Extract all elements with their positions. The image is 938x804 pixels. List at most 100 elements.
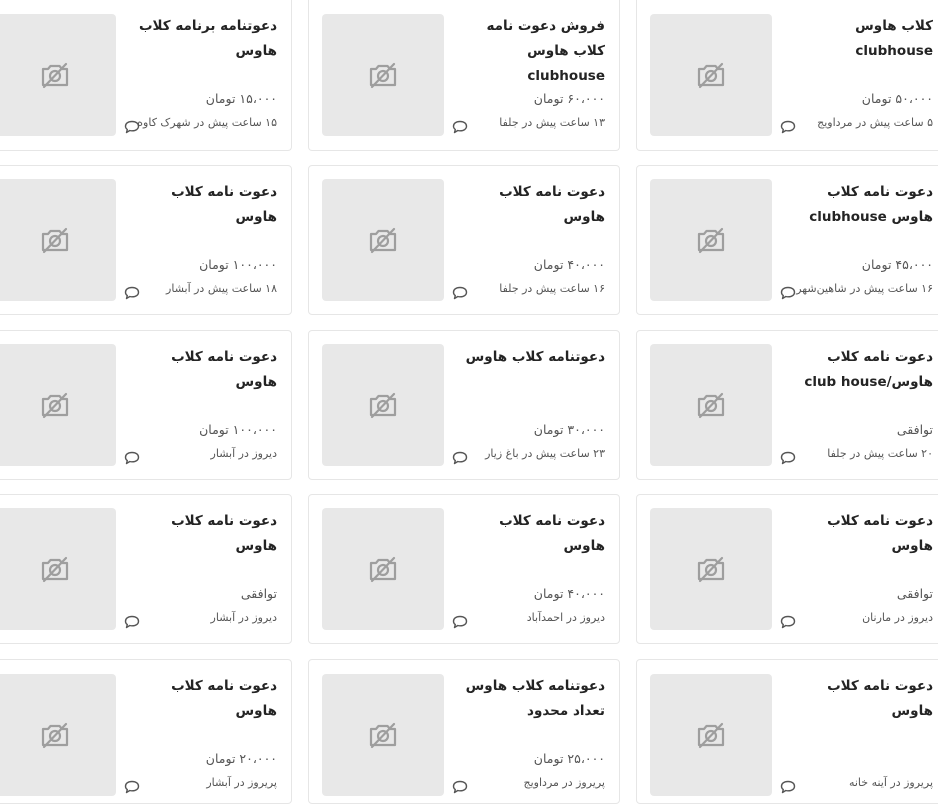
listing-time-location: ۱۳ ساعت پیش در جلفا (499, 116, 605, 129)
listing-price: توافقی (240, 586, 277, 601)
no-image-icon (368, 61, 398, 89)
listing-card[interactable]: دعوت نامه کلاب هاوس ۲۰،۰۰۰ تومان پریروز در… (0, 659, 292, 804)
listing-thumbnail (650, 674, 772, 796)
listing-title: دعوت نامه کلاب هاوس clubhouse (809, 184, 933, 225)
listing-thumbnail (0, 508, 116, 630)
no-image-icon (368, 555, 398, 583)
no-image-icon (40, 61, 70, 89)
chat-icon[interactable] (780, 285, 796, 300)
listing-card[interactable]: دعوت نامه کلاب هاوس پریروز در آینه خانه (636, 659, 938, 804)
no-image-icon (40, 721, 70, 749)
chat-icon[interactable] (124, 614, 140, 629)
listing-thumbnail (322, 14, 444, 136)
listing-time-location: دیروز در احمدآباد (526, 611, 605, 624)
listing-thumbnail (650, 14, 772, 136)
listing-price: ۳۰،۰۰۰ تومان (533, 422, 605, 437)
listing-title: دعوت نامه کلاب هاوس (171, 184, 277, 225)
listing-title: فروش دعوت نامه کلاب هاوس clubhouse (486, 18, 605, 84)
chat-icon[interactable] (452, 450, 468, 465)
no-image-icon (40, 555, 70, 583)
no-image-icon (696, 721, 726, 749)
listing-price: ۱۰۰،۰۰۰ تومان (199, 422, 277, 437)
listing-time-location: ۱۶ ساعت پیش در شاهین‌شهر (796, 282, 933, 295)
listing-title: دعوت نامه کلاب هاوس (499, 513, 605, 554)
listing-thumbnail (322, 508, 444, 630)
listing-card[interactable]: کلاب هاوس clubhouse ۵۰،۰۰۰ تومان ۵ ساعت پی… (636, 0, 938, 151)
listing-thumbnail (0, 14, 116, 136)
listing-thumbnail (322, 179, 444, 301)
listing-thumbnail (322, 674, 444, 796)
listing-title: دعوتنامه کلاب هاوس تعداد محدود (465, 678, 605, 719)
chat-icon[interactable] (780, 779, 796, 794)
listing-price: ۴۵،۰۰۰ تومان (861, 257, 933, 272)
no-image-icon (696, 61, 726, 89)
listing-card[interactable]: دعوتنامه کلاب هاوس ۳۰،۰۰۰ تومان ۲۳ ساعت پی… (308, 330, 620, 480)
chat-icon[interactable] (452, 614, 468, 629)
listing-title: دعوت نامه کلاب هاوس (827, 678, 933, 719)
no-image-icon (368, 391, 398, 419)
listing-time-location: ۵ ساعت پیش در مرداویج (817, 116, 933, 129)
listing-card[interactable]: دعوت نامه کلاب هاوس/club house توافقی ۲۰ س… (636, 330, 938, 480)
listing-time-location: دیروز در آبشار (210, 611, 277, 624)
listing-time-location: دیروز در مارنان (862, 611, 933, 624)
listing-time-location: پریروز در مرداویج (523, 776, 605, 789)
listing-thumbnail (0, 344, 116, 466)
listing-title: کلاب هاوس clubhouse (855, 18, 933, 59)
listing-title: دعوت نامه کلاب هاوس (499, 184, 605, 225)
listing-time-location: ۱۶ ساعت پیش در جلفا (499, 282, 605, 295)
listing-price: توافقی (896, 422, 933, 437)
chat-icon[interactable] (780, 614, 796, 629)
listing-time-location: دیروز در آبشار (210, 447, 277, 460)
listing-time-location: ۱۵ ساعت پیش در شهرک کاوه (137, 116, 277, 129)
listing-title: دعوت نامه کلاب هاوس (171, 513, 277, 554)
no-image-icon (696, 226, 726, 254)
listing-card[interactable]: دعوتنامه کلاب هاوس تعداد محدود ۲۵،۰۰۰ توم… (308, 659, 620, 804)
listing-price: ۴۰،۰۰۰ تومان (533, 586, 605, 601)
chat-icon[interactable] (124, 285, 140, 300)
listing-card[interactable]: دعوت نامه کلاب هاوس ۴۰،۰۰۰ تومان ۱۶ ساعت پ… (308, 165, 620, 315)
no-image-icon (40, 226, 70, 254)
listing-thumbnail (0, 179, 116, 301)
listing-card[interactable]: فروش دعوت نامه کلاب هاوس clubhouse ۶۰،۰۰۰… (308, 0, 620, 151)
listing-title: دعوت نامه کلاب هاوس/club house (804, 349, 933, 390)
no-image-icon (696, 555, 726, 583)
listing-card[interactable]: دعوتنامه برنامه کلاب هاوس ۱۵،۰۰۰ تومان ۱۵ … (0, 0, 292, 151)
chat-icon[interactable] (124, 450, 140, 465)
listing-price: ۵۰،۰۰۰ تومان (861, 91, 933, 106)
chat-icon[interactable] (452, 779, 468, 794)
listing-card[interactable]: دعوت نامه کلاب هاوس توافقی دیروز در آبشار (0, 494, 292, 644)
listing-price: توافقی (896, 586, 933, 601)
chat-icon[interactable] (452, 285, 468, 300)
listing-card[interactable]: دعوت نامه کلاب هاوس ۱۰۰،۰۰۰ تومان ۱۸ ساعت … (0, 165, 292, 315)
chat-icon[interactable] (124, 779, 140, 794)
listing-card[interactable]: دعوت نامه کلاب هاوس توافقی دیروز در مارنان (636, 494, 938, 644)
listing-price: ۱۵،۰۰۰ تومان (205, 91, 277, 106)
chat-icon[interactable] (780, 450, 796, 465)
listing-thumbnail (0, 674, 116, 796)
listing-time-location: ۲۳ ساعت پیش در باغ زیار (485, 447, 605, 460)
listing-price: ۶۰،۰۰۰ تومان (533, 91, 605, 106)
no-image-icon (696, 391, 726, 419)
listing-time-location: ۱۸ ساعت پیش در آبشار (166, 282, 277, 295)
chat-icon[interactable] (124, 119, 140, 134)
listing-price: ۲۰،۰۰۰ تومان (205, 751, 277, 766)
listing-thumbnail (650, 179, 772, 301)
listing-title: دعوت نامه کلاب هاوس (171, 349, 277, 390)
listing-thumbnail (650, 508, 772, 630)
listing-card[interactable]: دعوت نامه کلاب هاوس ۴۰،۰۰۰ تومان دیروز در … (308, 494, 620, 644)
no-image-icon (368, 226, 398, 254)
chat-icon[interactable] (452, 119, 468, 134)
no-image-icon (368, 721, 398, 749)
no-image-icon (40, 391, 70, 419)
listing-card[interactable]: دعوت نامه کلاب هاوس ۱۰۰،۰۰۰ تومان دیروز در… (0, 330, 292, 480)
listing-time-location: ۲۰ ساعت پیش در جلفا (827, 447, 933, 460)
listing-thumbnail (650, 344, 772, 466)
listing-time-location: پریروز در آبشار (206, 776, 277, 789)
listing-card[interactable]: دعوت نامه کلاب هاوس clubhouse ۴۵،۰۰۰ توما… (636, 165, 938, 315)
listing-title: دعوتنامه کلاب هاوس (465, 349, 605, 365)
listing-price: ۱۰۰،۰۰۰ تومان (199, 257, 277, 272)
listing-time-location: پریروز در آینه خانه (848, 776, 933, 789)
listing-title: دعوتنامه برنامه کلاب هاوس (138, 18, 277, 59)
listing-price: ۴۰،۰۰۰ تومان (533, 257, 605, 272)
chat-icon[interactable] (780, 119, 796, 134)
